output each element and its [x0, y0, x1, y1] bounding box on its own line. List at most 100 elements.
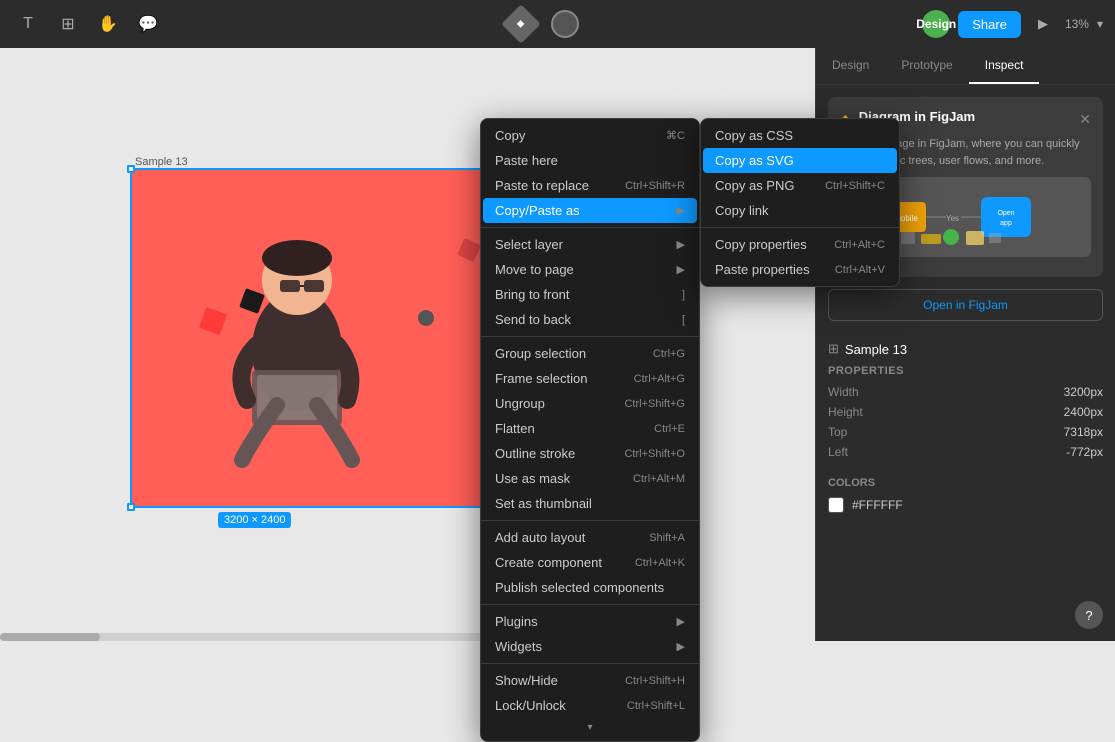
- submenu-item-paste-properties[interactable]: Paste properties Ctrl+Alt+V: [703, 257, 897, 282]
- text-tool[interactable]: T: [12, 8, 44, 40]
- context-menu: Copy ⌘C Paste here Paste to replace Ctrl…: [480, 118, 700, 742]
- menu-item-lock-unlock-shortcut: Ctrl+Shift+L: [627, 700, 685, 712]
- menu-item-show-hide-shortcut: Ctrl+Shift+H: [625, 675, 685, 687]
- menu-item-widgets[interactable]: Widgets ▶: [483, 634, 697, 659]
- menu-item-paste-here-label: Paste here: [495, 153, 685, 168]
- scroll-down-icon: ▾: [587, 722, 592, 733]
- menu-item-ungroup-label: Ungroup: [495, 396, 624, 411]
- online-indicator: [551, 10, 579, 38]
- divider-5: [481, 663, 699, 664]
- menu-item-use-as-mask[interactable]: Use as mask Ctrl+Alt+M: [483, 466, 697, 491]
- submenu-item-copy-link[interactable]: Copy link: [703, 198, 897, 223]
- menu-item-plugins[interactable]: Plugins ▶: [483, 609, 697, 634]
- frame-tool[interactable]: ⊞: [52, 8, 84, 40]
- submenu-arrow-plugins: ▶: [677, 615, 685, 628]
- menu-item-plugins-label: Plugins: [495, 614, 677, 629]
- menu-item-paste-replace-shortcut: Ctrl+Shift+R: [625, 180, 685, 192]
- submenu-item-copy-properties-label: Copy properties: [715, 237, 807, 252]
- divider-4: [481, 604, 699, 605]
- divider-2: [481, 336, 699, 337]
- menu-item-group-selection[interactable]: Group selection Ctrl+G: [483, 341, 697, 366]
- menu-item-lock-unlock-label: Lock/Unlock: [495, 698, 627, 713]
- menu-item-frame-selection-label: Frame selection: [495, 371, 634, 386]
- submenu-item-paste-properties-label: Paste properties: [715, 262, 810, 277]
- menu-item-select-layer[interactable]: Select layer ▶: [483, 232, 697, 257]
- avatar: Design: [922, 10, 950, 38]
- menu-item-use-as-mask-label: Use as mask: [495, 471, 633, 486]
- menu-item-paste-replace[interactable]: Paste to replace Ctrl+Shift+R: [483, 173, 697, 198]
- submenu-item-copy-css-label: Copy as CSS: [715, 128, 793, 143]
- submenu-item-copy-png-label: Copy as PNG: [715, 178, 794, 193]
- toolbar-right: Design Share ▶ 13% ▾: [922, 10, 1103, 38]
- menu-item-add-auto-layout-label: Add auto layout: [495, 530, 649, 545]
- menu-item-copy[interactable]: Copy ⌘C: [483, 123, 697, 148]
- menu-item-widgets-label: Widgets: [495, 639, 677, 654]
- menu-item-select-layer-label: Select layer: [495, 237, 677, 252]
- menu-item-show-hide-label: Show/Hide: [495, 673, 625, 688]
- menu-item-copy-paste-as[interactable]: Copy/Paste as ▶: [483, 198, 697, 223]
- menu-item-ungroup-shortcut: Ctrl+Shift+G: [624, 398, 685, 410]
- menu-item-bring-to-front[interactable]: Bring to front ]: [483, 282, 697, 307]
- divider-1: [481, 227, 699, 228]
- scroll-indicator: ▾: [481, 718, 699, 737]
- submenu-item-copy-properties-shortcut: Ctrl+Alt+C: [834, 239, 885, 251]
- menu-item-copy-paste-as-label: Copy/Paste as: [495, 203, 677, 218]
- menu-item-paste-replace-label: Paste to replace: [495, 178, 625, 193]
- submenu-item-copy-png[interactable]: Copy as PNG Ctrl+Shift+C: [703, 173, 897, 198]
- menu-item-outline-stroke-label: Outline stroke: [495, 446, 624, 461]
- submenu-arrow-copy-paste: ▶: [677, 204, 685, 217]
- menu-item-send-to-back-label: Send to back: [495, 312, 682, 327]
- submenu-arrow-move-to-page: ▶: [677, 263, 685, 276]
- divider-3: [481, 520, 699, 521]
- submenu-arrow-select-layer: ▶: [677, 238, 685, 251]
- menu-item-ungroup[interactable]: Ungroup Ctrl+Shift+G: [483, 391, 697, 416]
- menu-item-move-to-page[interactable]: Move to page ▶: [483, 257, 697, 282]
- menu-item-frame-selection[interactable]: Frame selection Ctrl+Alt+G: [483, 366, 697, 391]
- submenu-item-copy-link-label: Copy link: [715, 203, 768, 218]
- share-button[interactable]: Share: [958, 11, 1021, 38]
- submenu-item-copy-css[interactable]: Copy as CSS: [703, 123, 897, 148]
- menu-item-show-hide[interactable]: Show/Hide Ctrl+Shift+H: [483, 668, 697, 693]
- menu-item-create-component[interactable]: Create component Ctrl+Alt+K: [483, 550, 697, 575]
- menu-overlay: Copy ⌘C Paste here Paste to replace Ctrl…: [0, 48, 1115, 641]
- submenu-item-paste-properties-shortcut: Ctrl+Alt+V: [835, 264, 885, 276]
- menu-item-create-component-shortcut: Ctrl+Alt+K: [635, 557, 685, 569]
- menu-item-flatten-label: Flatten: [495, 421, 654, 436]
- toolbar-center: ◆: [172, 10, 914, 38]
- menu-item-move-to-page-label: Move to page: [495, 262, 677, 277]
- play-button[interactable]: ▶: [1029, 10, 1057, 38]
- submenu-item-copy-png-shortcut: Ctrl+Shift+C: [825, 180, 885, 192]
- menu-item-outline-stroke[interactable]: Outline stroke Ctrl+Shift+O: [483, 441, 697, 466]
- menu-item-bring-to-front-shortcut: ]: [682, 289, 685, 301]
- menu-item-copy-shortcut: ⌘C: [666, 129, 685, 142]
- hand-tool[interactable]: ✋: [92, 8, 124, 40]
- comment-tool[interactable]: 💬: [132, 8, 164, 40]
- submenu-copy-paste-as: Copy as CSS Copy as SVG Copy as PNG Ctrl…: [700, 118, 900, 287]
- menu-item-flatten[interactable]: Flatten Ctrl+E: [483, 416, 697, 441]
- submenu-item-copy-svg[interactable]: Copy as SVG: [703, 148, 897, 173]
- menu-item-use-as-mask-shortcut: Ctrl+Alt+M: [633, 473, 685, 485]
- menu-item-add-auto-layout[interactable]: Add auto layout Shift+A: [483, 525, 697, 550]
- menu-item-send-to-back[interactable]: Send to back [: [483, 307, 697, 332]
- menu-item-bring-to-front-label: Bring to front: [495, 287, 682, 302]
- menu-item-outline-stroke-shortcut: Ctrl+Shift+O: [624, 448, 685, 460]
- submenu-item-copy-properties[interactable]: Copy properties Ctrl+Alt+C: [703, 232, 897, 257]
- menu-item-group-selection-shortcut: Ctrl+G: [653, 348, 685, 360]
- menu-item-flatten-shortcut: Ctrl+E: [654, 423, 685, 435]
- menu-item-send-to-back-shortcut: [: [682, 314, 685, 326]
- menu-item-create-component-label: Create component: [495, 555, 635, 570]
- submenu-arrow-widgets: ▶: [677, 640, 685, 653]
- menu-item-copy-label: Copy: [495, 128, 666, 143]
- menu-item-set-as-thumbnail[interactable]: Set as thumbnail: [483, 491, 697, 516]
- menu-item-add-auto-layout-shortcut: Shift+A: [649, 532, 685, 544]
- zoom-level[interactable]: 13%: [1065, 17, 1089, 31]
- menu-item-publish-selected-label: Publish selected components: [495, 580, 685, 595]
- menu-item-set-as-thumbnail-label: Set as thumbnail: [495, 496, 685, 511]
- submenu-divider: [701, 227, 899, 228]
- menu-item-paste-here[interactable]: Paste here: [483, 148, 697, 173]
- menu-item-publish-selected[interactable]: Publish selected components: [483, 575, 697, 600]
- toolbar: T ⊞ ✋ 💬 ◆ Design Share ▶ 13% ▾: [0, 0, 1115, 48]
- zoom-dropdown-icon[interactable]: ▾: [1097, 17, 1103, 31]
- menu-item-lock-unlock[interactable]: Lock/Unlock Ctrl+Shift+L: [483, 693, 697, 718]
- menu-item-group-selection-label: Group selection: [495, 346, 653, 361]
